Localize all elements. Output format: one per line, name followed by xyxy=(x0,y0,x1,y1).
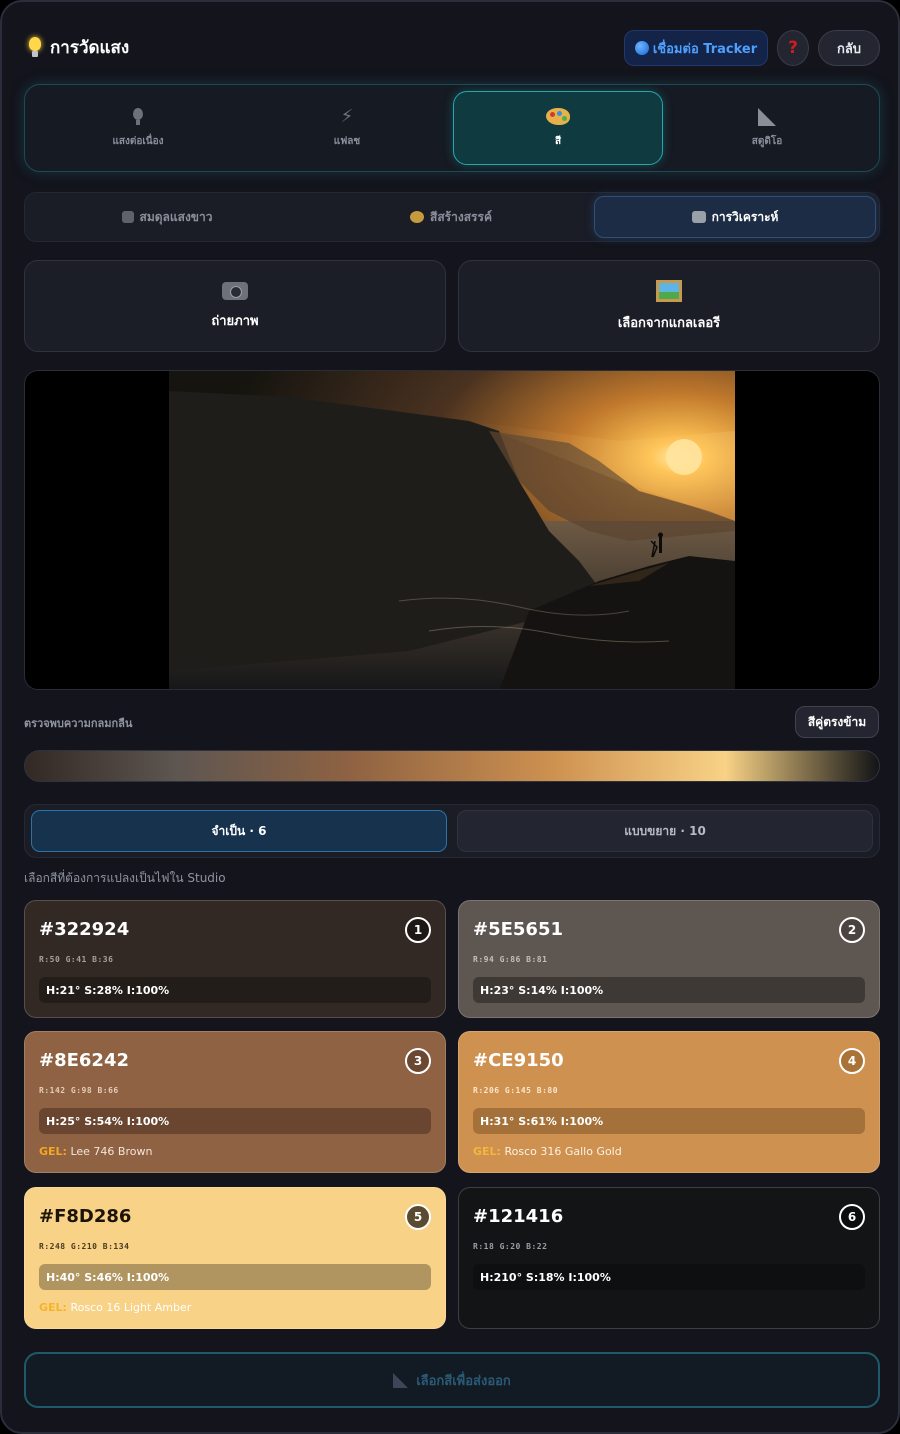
help-button[interactable]: ? xyxy=(777,30,809,66)
gel-prefix: GEL: xyxy=(473,1145,501,1158)
color-hex: #8E6242 xyxy=(39,1050,129,1071)
picture-icon xyxy=(656,279,682,302)
color-index-badge: 5 xyxy=(405,1204,431,1230)
harmony-detected-label: ตรวจพบความกลมกลืน xyxy=(24,717,133,730)
color-card[interactable]: #322924 1 R:50 G:41 B:36 H:21° S:28% I:1… xyxy=(24,900,446,1018)
palette-gradient-bar xyxy=(24,750,880,782)
tab-essential[interactable]: จำเป็น · 6 xyxy=(31,810,447,852)
gel-name: Lee 746 Brown xyxy=(70,1145,153,1158)
tab-label: แฟลช xyxy=(333,135,361,147)
tab-color[interactable]: สี xyxy=(453,91,663,165)
connect-tracker-label: เชื่อมต่อ Tracker xyxy=(652,41,758,57)
tab-label: สีสร้างสรรค์ xyxy=(430,209,492,224)
gel-suggestion: GEL: Rosco 16 Light Amber xyxy=(39,1301,191,1314)
gel-suggestion: GEL: Lee 746 Brown xyxy=(39,1145,152,1158)
color-hsl: H:31° S:61% I:100% xyxy=(473,1108,865,1134)
balance-icon xyxy=(121,211,134,223)
tab-flash[interactable]: ⚡ แฟลช xyxy=(242,91,452,165)
tab-label: สี xyxy=(554,135,562,147)
tab-extended[interactable]: แบบขยาย · 10 xyxy=(457,810,873,852)
color-index-badge: 3 xyxy=(405,1048,431,1074)
color-card[interactable]: #5E5651 2 R:94 G:86 B:81 H:23° S:14% I:1… xyxy=(458,900,880,1018)
set-square-icon xyxy=(758,107,776,126)
set-square-icon xyxy=(393,1372,409,1388)
sub-tabs: สมดุลแสงขาว สีสร้างสรรค์ การวิเคราะห์ xyxy=(24,192,880,242)
bolt-icon: ⚡ xyxy=(340,105,354,127)
gel-prefix: GEL: xyxy=(39,1145,67,1158)
color-card[interactable]: #CE9150 4 R:206 G:145 B:80 H:31° S:61% I… xyxy=(458,1031,880,1173)
tab-label: สตูดิโอ xyxy=(751,135,783,147)
take-photo-button[interactable]: ถ่ายภาพ xyxy=(24,260,446,352)
color-card[interactable]: #8E6242 3 R:142 G:98 B:66 H:25° S:54% I:… xyxy=(24,1031,446,1173)
complementary-button[interactable]: สีคู่ตรงข้าม xyxy=(795,706,879,738)
tab-studio[interactable]: สตูดิโอ xyxy=(662,91,872,165)
color-card[interactable]: #F8D286 5 R:248 G:210 B:134 H:40° S:46% … xyxy=(24,1187,446,1329)
take-photo-label: ถ่ายภาพ xyxy=(211,313,259,329)
page-title-text: การวัดแสง xyxy=(50,38,130,58)
color-index-badge: 6 xyxy=(839,1204,865,1230)
photo-preview xyxy=(24,370,880,690)
color-hex: #F8D286 xyxy=(39,1206,132,1227)
color-hex: #CE9150 xyxy=(473,1050,564,1071)
blue-dot-icon xyxy=(634,41,649,55)
lightbulb-icon xyxy=(26,36,44,60)
palette-size-tabs: จำเป็น · 6 แบบขยาย · 10 xyxy=(24,804,880,858)
sunset-cliff-photo xyxy=(169,371,735,689)
export-colors-button[interactable]: เลือกสีเพื่อส่งออก xyxy=(24,1352,880,1408)
tab-continuous-light[interactable]: แสงต่อเนื่อง xyxy=(33,91,243,165)
choose-gallery-label: เลือกจากแกลเลอรี xyxy=(617,315,721,331)
tab-label: การวิเคราะห์ xyxy=(711,209,779,224)
camera-flash-icon xyxy=(691,211,706,223)
gel-suggestion: GEL: Rosco 316 Gallo Gold xyxy=(473,1145,622,1158)
color-rgb: R:142 G:98 B:66 xyxy=(39,1086,119,1095)
color-rgb: R:50 G:41 B:36 xyxy=(39,955,114,964)
color-hsl: H:23° S:14% I:100% xyxy=(473,977,865,1003)
color-hsl: H:40° S:46% I:100% xyxy=(39,1264,431,1290)
tab-creative-color[interactable]: สีสร้างสรรค์ xyxy=(309,196,593,238)
color-hex: #5E5651 xyxy=(473,919,563,940)
color-index-badge: 4 xyxy=(839,1048,865,1074)
back-button[interactable]: กลับ xyxy=(818,30,880,66)
gel-prefix: GEL: xyxy=(39,1301,67,1314)
app-frame: การวัดแสง เชื่อมต่อ Tracker ? กลับ แสงต่… xyxy=(0,0,900,1434)
color-hex: #121416 xyxy=(473,1206,564,1227)
tab-analysis[interactable]: การวิเคราะห์ xyxy=(594,196,876,238)
color-rgb: R:18 G:20 B:22 xyxy=(473,1242,548,1251)
tab-white-balance[interactable]: สมดุลแสงขาว xyxy=(25,196,309,238)
color-card[interactable]: #121416 6 R:18 G:20 B:22 H:210° S:18% I:… xyxy=(458,1187,880,1329)
tab-label: สมดุลแสงขาว xyxy=(139,209,213,224)
page-title: การวัดแสง xyxy=(26,34,129,61)
color-index-badge: 2 xyxy=(839,917,865,943)
camera-icon xyxy=(222,281,248,300)
palette-icon xyxy=(546,107,570,126)
gel-name: Rosco 316 Gallo Gold xyxy=(504,1145,622,1158)
color-hsl: H:25° S:54% I:100% xyxy=(39,1108,431,1134)
color-rgb: R:248 G:210 B:134 xyxy=(39,1242,130,1251)
bulb-icon xyxy=(132,107,144,126)
color-rgb: R:94 G:86 B:81 xyxy=(473,955,548,964)
export-label: เลือกสีเพื่อส่งออก xyxy=(416,1373,511,1389)
mode-tabs: แสงต่อเนื่อง ⚡ แฟลช สี สตูดิโอ xyxy=(24,84,880,172)
color-hex: #322924 xyxy=(39,919,130,940)
choose-gallery-button[interactable]: เลือกจากแกลเลอรี xyxy=(458,260,880,352)
color-hsl: H:21° S:28% I:100% xyxy=(39,977,431,1003)
color-index-badge: 1 xyxy=(405,917,431,943)
connect-tracker-button[interactable]: เชื่อมต่อ Tracker xyxy=(624,30,768,66)
tab-label: แสงต่อเนื่อง xyxy=(112,135,164,147)
color-hsl: H:210° S:18% I:100% xyxy=(473,1264,865,1290)
palette-icon xyxy=(410,211,425,223)
gel-name: Rosco 16 Light Amber xyxy=(70,1301,192,1314)
color-rgb: R:206 G:145 B:80 xyxy=(473,1086,559,1095)
select-colors-hint: เลือกสีที่ต้องการแปลงเป็นไฟใน Studio xyxy=(24,871,226,885)
